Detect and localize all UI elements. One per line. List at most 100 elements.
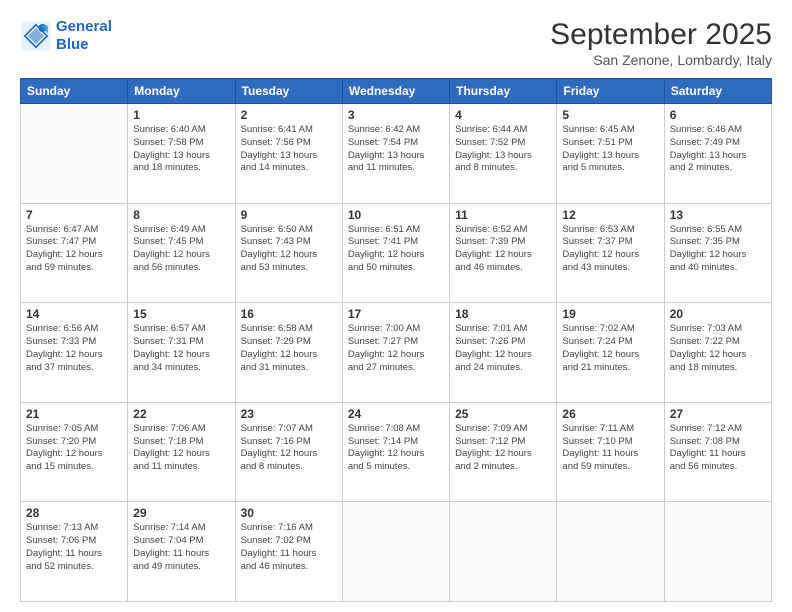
day-info: Sunrise: 6:46 AM Sunset: 7:49 PM Dayligh…	[670, 124, 766, 175]
calendar-cell: 19 Sunrise: 7:02 AM Sunset: 7:24 PM Dayli…	[557, 303, 664, 403]
logo-icon	[20, 20, 52, 52]
day-info: Sunrise: 7:06 AM Sunset: 7:18 PM Dayligh…	[133, 423, 229, 474]
calendar-header-friday: Friday	[557, 79, 664, 104]
calendar-cell: 21Sunrise: 7:05 AM Sunset: 7:20 PM Dayli…	[21, 402, 128, 502]
day-number: 18	[455, 307, 551, 321]
day-number: 2	[241, 108, 337, 122]
day-number: 15	[133, 307, 229, 321]
day-number: 4	[455, 108, 551, 122]
day-info: Sunrise: 6:52 AM Sunset: 7:39 PM Dayligh…	[455, 224, 551, 275]
calendar-cell: 23 Sunrise: 7:07 AM Sunset: 7:16 PM Dayli…	[235, 402, 342, 502]
calendar-cell: 18Sunrise: 7:01 AM Sunset: 7:26 PM Dayli…	[450, 303, 557, 403]
day-info: Sunrise: 6:56 AM Sunset: 7:33 PM Dayligh…	[26, 323, 122, 374]
page: General Blue September 2025 San Zenone, …	[0, 0, 792, 612]
calendar-cell: 22 Sunrise: 7:06 AM Sunset: 7:18 PM Dayli…	[128, 402, 235, 502]
calendar-table: SundayMondayTuesdayWednesdayThursdayFrid…	[20, 78, 772, 602]
calendar-header-tuesday: Tuesday	[235, 79, 342, 104]
calendar-cell	[342, 502, 449, 602]
calendar-header-monday: Monday	[128, 79, 235, 104]
day-info: Sunrise: 6:45 AM Sunset: 7:51 PM Dayligh…	[562, 124, 658, 175]
day-info: Sunrise: 6:57 AM Sunset: 7:31 PM Dayligh…	[133, 323, 229, 374]
calendar-cell: 10Sunrise: 6:51 AM Sunset: 7:41 PM Dayli…	[342, 203, 449, 303]
day-number: 19	[562, 307, 658, 321]
calendar-cell: 14Sunrise: 6:56 AM Sunset: 7:33 PM Dayli…	[21, 303, 128, 403]
location-title: San Zenone, Lombardy, Italy	[550, 52, 772, 68]
day-number: 24	[348, 407, 444, 421]
calendar-cell: 16 Sunrise: 6:58 AM Sunset: 7:29 PM Dayli…	[235, 303, 342, 403]
day-info: Sunrise: 6:47 AM Sunset: 7:47 PM Dayligh…	[26, 224, 122, 275]
calendar-cell: 29 Sunrise: 7:14 AM Sunset: 7:04 PM Dayli…	[128, 502, 235, 602]
day-number: 29	[133, 506, 229, 520]
day-number: 22	[133, 407, 229, 421]
calendar-cell: 17 Sunrise: 7:00 AM Sunset: 7:27 PM Dayli…	[342, 303, 449, 403]
calendar-cell: 8 Sunrise: 6:49 AM Sunset: 7:45 PM Daylig…	[128, 203, 235, 303]
day-number: 12	[562, 208, 658, 222]
day-number: 8	[133, 208, 229, 222]
calendar-week-3: 14Sunrise: 6:56 AM Sunset: 7:33 PM Dayli…	[21, 303, 772, 403]
day-info: Sunrise: 6:58 AM Sunset: 7:29 PM Dayligh…	[241, 323, 337, 374]
calendar-header-saturday: Saturday	[664, 79, 771, 104]
day-info: Sunrise: 7:05 AM Sunset: 7:20 PM Dayligh…	[26, 423, 122, 474]
day-number: 30	[241, 506, 337, 520]
day-info: Sunrise: 7:14 AM Sunset: 7:04 PM Dayligh…	[133, 522, 229, 573]
day-number: 3	[348, 108, 444, 122]
day-number: 17	[348, 307, 444, 321]
calendar-cell: 24 Sunrise: 7:08 AM Sunset: 7:14 PM Dayli…	[342, 402, 449, 502]
calendar-cell: 27Sunrise: 7:12 AM Sunset: 7:08 PM Dayli…	[664, 402, 771, 502]
calendar-cell: 12 Sunrise: 6:53 AM Sunset: 7:37 PM Dayli…	[557, 203, 664, 303]
calendar-cell: 25 Sunrise: 7:09 AM Sunset: 7:12 PM Dayli…	[450, 402, 557, 502]
calendar-cell: 13 Sunrise: 6:55 AM Sunset: 7:35 PM Dayli…	[664, 203, 771, 303]
day-info: Sunrise: 6:50 AM Sunset: 7:43 PM Dayligh…	[241, 224, 337, 275]
day-info: Sunrise: 6:42 AM Sunset: 7:54 PM Dayligh…	[348, 124, 444, 175]
calendar-cell	[557, 502, 664, 602]
calendar-header-thursday: Thursday	[450, 79, 557, 104]
calendar-cell: 6 Sunrise: 6:46 AM Sunset: 7:49 PM Daylig…	[664, 104, 771, 204]
calendar-cell: 30 Sunrise: 7:16 AM Sunset: 7:02 PM Dayli…	[235, 502, 342, 602]
calendar-cell: 9 Sunrise: 6:50 AM Sunset: 7:43 PM Daylig…	[235, 203, 342, 303]
day-info: Sunrise: 7:02 AM Sunset: 7:24 PM Dayligh…	[562, 323, 658, 374]
day-info: Sunrise: 7:11 AM Sunset: 7:10 PM Dayligh…	[562, 423, 658, 474]
calendar-header-sunday: Sunday	[21, 79, 128, 104]
title-block: September 2025 San Zenone, Lombardy, Ita…	[550, 18, 772, 68]
day-number: 10	[348, 208, 444, 222]
calendar-cell: 28Sunrise: 7:13 AM Sunset: 7:06 PM Dayli…	[21, 502, 128, 602]
calendar-cell: 1 Sunrise: 6:40 AM Sunset: 7:58 PM Daylig…	[128, 104, 235, 204]
logo-text: General Blue	[56, 18, 112, 54]
day-info: Sunrise: 7:00 AM Sunset: 7:27 PM Dayligh…	[348, 323, 444, 374]
calendar-cell: 5Sunrise: 6:45 AM Sunset: 7:51 PM Daylig…	[557, 104, 664, 204]
day-number: 9	[241, 208, 337, 222]
calendar-week-1: 1 Sunrise: 6:40 AM Sunset: 7:58 PM Daylig…	[21, 104, 772, 204]
day-info: Sunrise: 6:41 AM Sunset: 7:56 PM Dayligh…	[241, 124, 337, 175]
day-number: 6	[670, 108, 766, 122]
calendar-cell: 11Sunrise: 6:52 AM Sunset: 7:39 PM Dayli…	[450, 203, 557, 303]
day-info: Sunrise: 6:53 AM Sunset: 7:37 PM Dayligh…	[562, 224, 658, 275]
calendar-header-row: SundayMondayTuesdayWednesdayThursdayFrid…	[21, 79, 772, 104]
day-number: 20	[670, 307, 766, 321]
day-number: 26	[562, 407, 658, 421]
day-info: Sunrise: 7:13 AM Sunset: 7:06 PM Dayligh…	[26, 522, 122, 573]
day-number: 16	[241, 307, 337, 321]
day-info: Sunrise: 7:09 AM Sunset: 7:12 PM Dayligh…	[455, 423, 551, 474]
day-number: 7	[26, 208, 122, 222]
day-number: 1	[133, 108, 229, 122]
header: General Blue September 2025 San Zenone, …	[20, 18, 772, 68]
day-info: Sunrise: 7:16 AM Sunset: 7:02 PM Dayligh…	[241, 522, 337, 573]
day-number: 13	[670, 208, 766, 222]
day-info: Sunrise: 6:55 AM Sunset: 7:35 PM Dayligh…	[670, 224, 766, 275]
calendar-week-5: 28Sunrise: 7:13 AM Sunset: 7:06 PM Dayli…	[21, 502, 772, 602]
day-info: Sunrise: 7:03 AM Sunset: 7:22 PM Dayligh…	[670, 323, 766, 374]
calendar-week-2: 7 Sunrise: 6:47 AM Sunset: 7:47 PM Daylig…	[21, 203, 772, 303]
day-info: Sunrise: 7:07 AM Sunset: 7:16 PM Dayligh…	[241, 423, 337, 474]
day-info: Sunrise: 6:49 AM Sunset: 7:45 PM Dayligh…	[133, 224, 229, 275]
month-title: September 2025	[550, 18, 772, 52]
calendar-header-wednesday: Wednesday	[342, 79, 449, 104]
day-info: Sunrise: 6:40 AM Sunset: 7:58 PM Dayligh…	[133, 124, 229, 175]
day-info: Sunrise: 7:08 AM Sunset: 7:14 PM Dayligh…	[348, 423, 444, 474]
day-info: Sunrise: 6:44 AM Sunset: 7:52 PM Dayligh…	[455, 124, 551, 175]
calendar-cell	[450, 502, 557, 602]
day-number: 27	[670, 407, 766, 421]
day-number: 25	[455, 407, 551, 421]
calendar-cell: 2 Sunrise: 6:41 AM Sunset: 7:56 PM Daylig…	[235, 104, 342, 204]
day-number: 23	[241, 407, 337, 421]
calendar-cell: 20 Sunrise: 7:03 AM Sunset: 7:22 PM Dayli…	[664, 303, 771, 403]
